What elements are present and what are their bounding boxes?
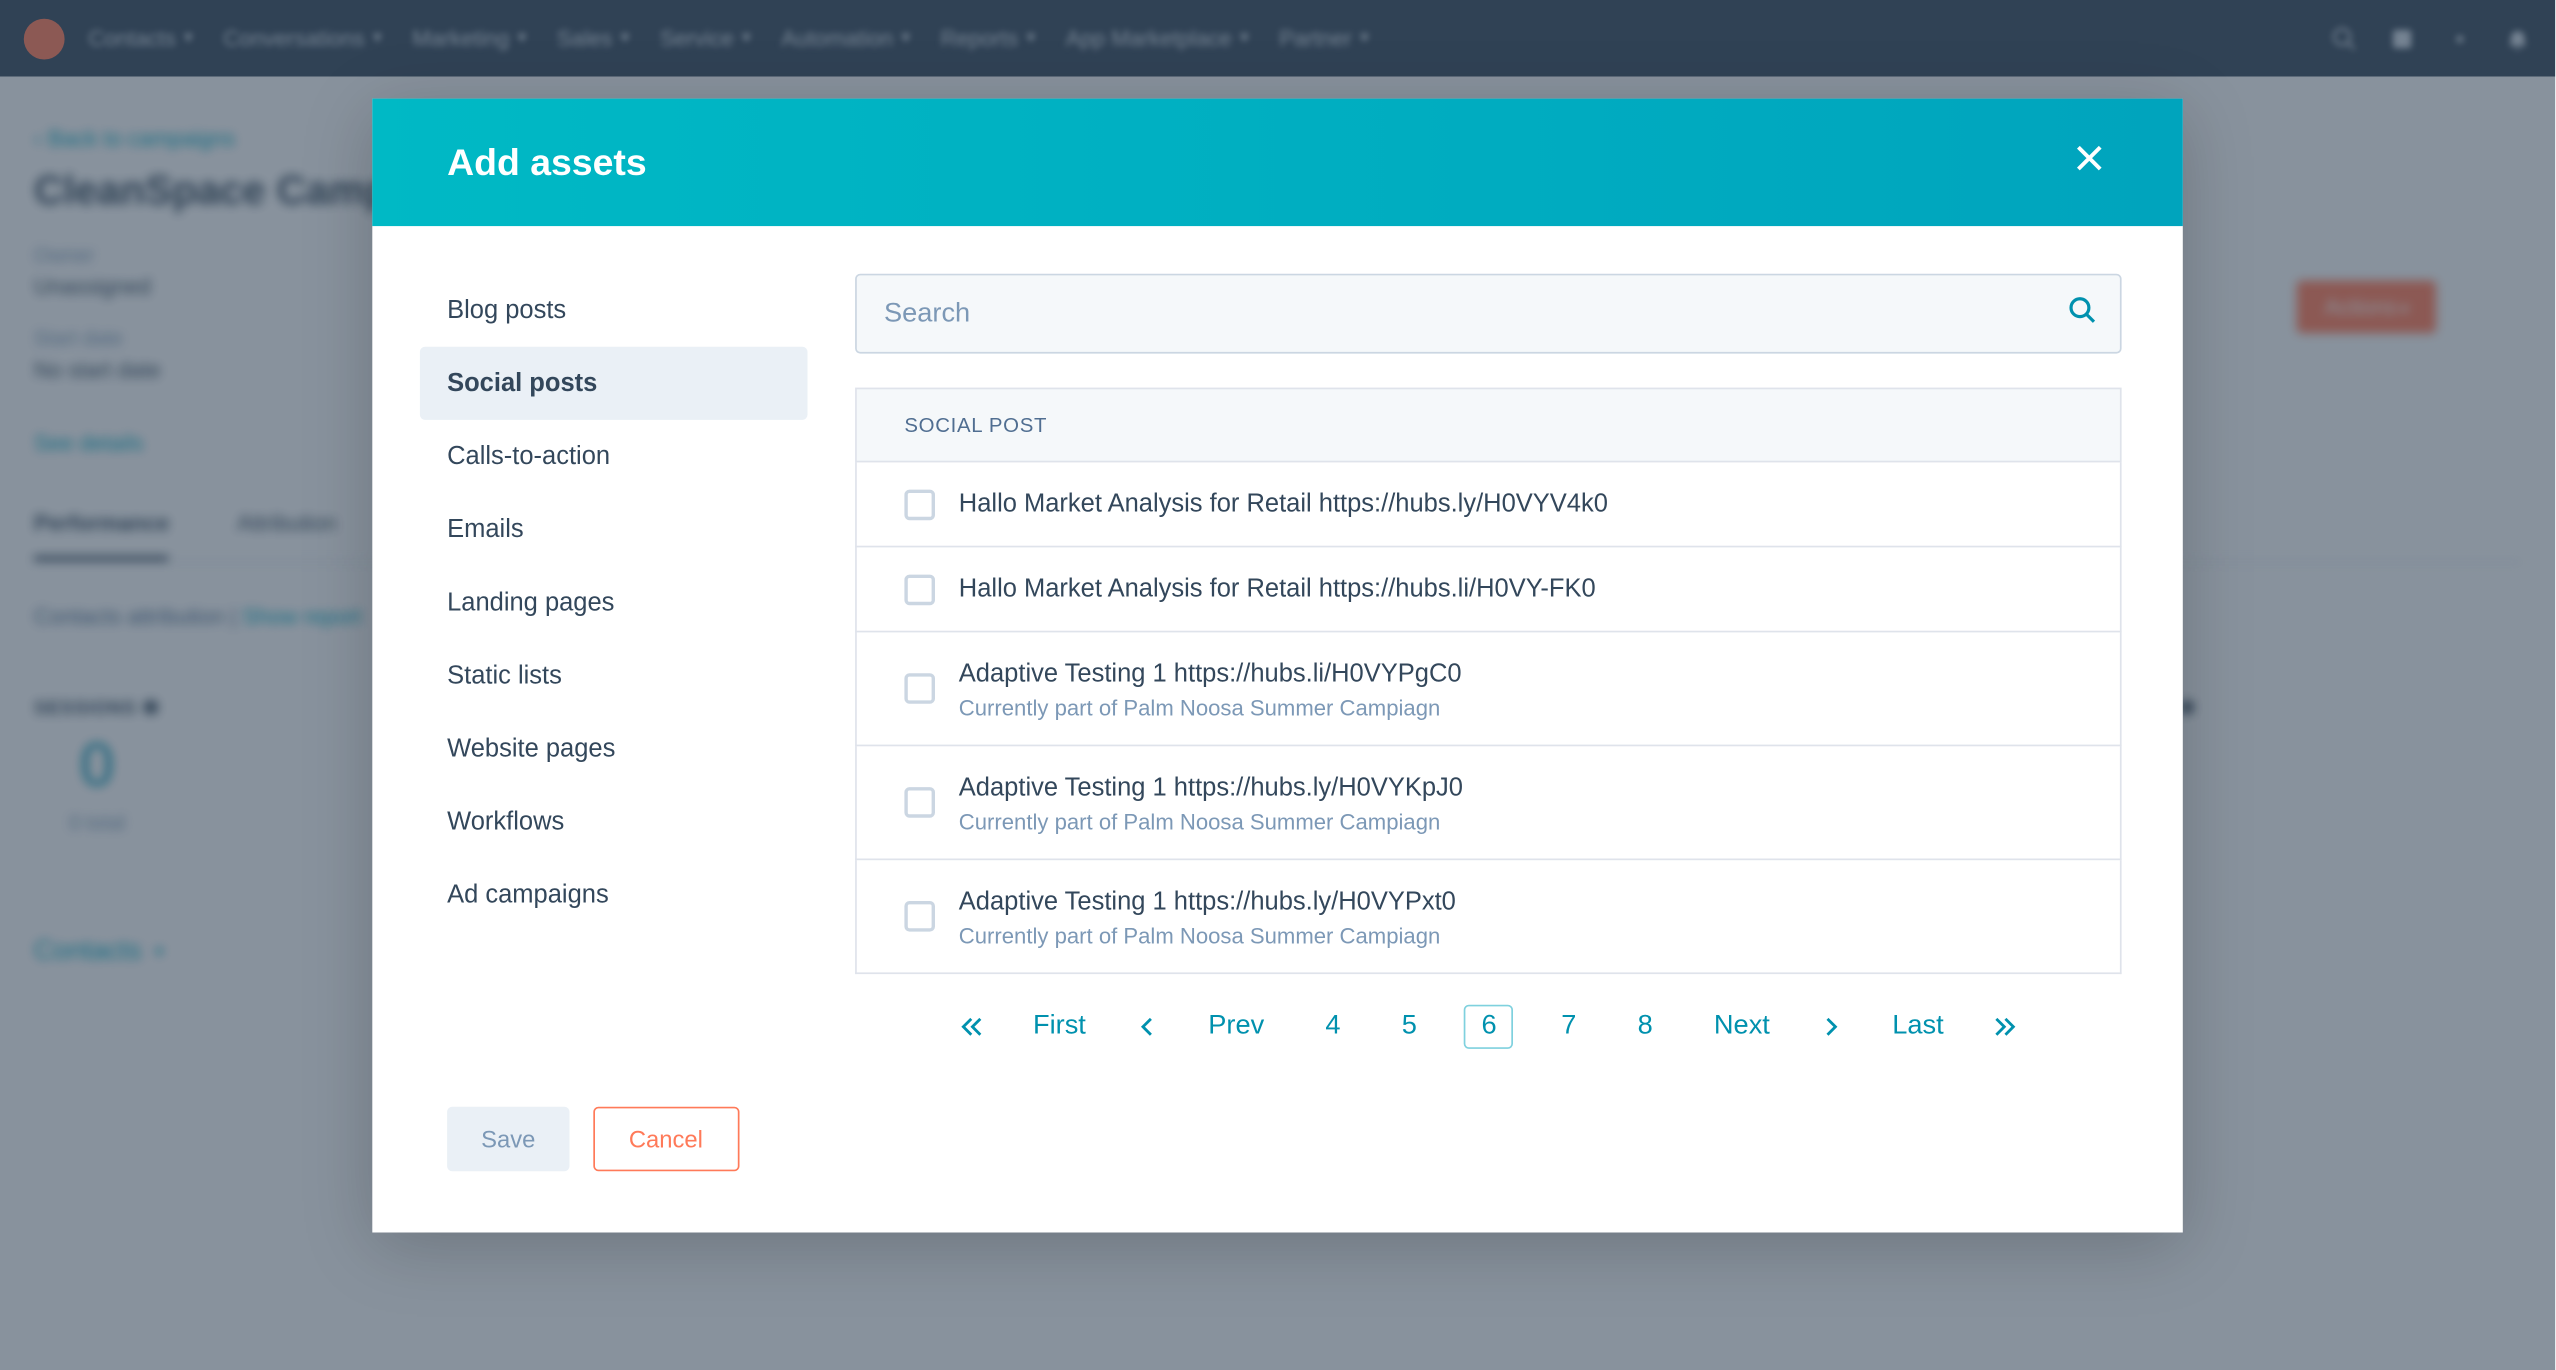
modal-overlay: Add assets Blog posts Social posts Calls… [0,0,2555,1370]
sidebar-item-ad-campaigns[interactable]: Ad campaigns [420,859,808,932]
row-title: Hallo Market Analysis for Retail https:/… [959,486,1608,522]
sidebar-item-emails[interactable]: Emails [420,493,808,566]
sidebar-item-website-pages[interactable]: Website pages [420,712,808,785]
add-assets-modal: Add assets Blog posts Social posts Calls… [372,99,2183,1233]
pagination: First Prev 4 5 6 7 8 Next Last [855,974,2122,1056]
row-title: Adaptive Testing 1 https://hubs.ly/H0VYP… [959,884,1456,920]
close-button[interactable] [2071,139,2108,185]
row-checkbox[interactable] [904,901,935,932]
row-title: Hallo Market Analysis for Retail https:/… [959,571,1596,607]
first-page-icon[interactable] [958,1012,985,1043]
modal-header: Add assets [372,99,2183,227]
table-row[interactable]: Adaptive Testing 1 https://hubs.ly/H0VYK… [855,746,2122,860]
sidebar-item-workflows[interactable]: Workflows [420,785,808,858]
row-checkbox[interactable] [904,787,935,818]
next-page-button[interactable]: Next [1700,1005,1783,1049]
search-input[interactable] [855,274,2122,354]
first-page-button[interactable]: First [1019,1005,1099,1049]
table-row[interactable]: Hallo Market Analysis for Retail https:/… [855,547,2122,632]
row-checkbox[interactable] [904,489,935,520]
row-title: Adaptive Testing 1 https://hubs.ly/H0VYK… [959,770,1463,806]
asset-type-sidebar: Blog posts Social posts Calls-to-action … [420,274,808,1056]
save-button[interactable]: Save [447,1107,569,1172]
prev-page-button[interactable]: Prev [1195,1005,1278,1049]
row-subtitle: Currently part of Palm Noosa Summer Camp… [959,923,1456,949]
search-icon[interactable] [2067,294,2098,333]
table-row[interactable]: Adaptive Testing 1 https://hubs.li/H0VYP… [855,632,2122,746]
modal-footer: Save Cancel [372,1090,2183,1233]
sidebar-item-static-lists[interactable]: Static lists [420,639,808,712]
next-page-icon[interactable] [1817,1012,1844,1043]
table-row[interactable]: Hallo Market Analysis for Retail https:/… [855,462,2122,547]
row-subtitle: Currently part of Palm Noosa Summer Camp… [959,809,1463,835]
modal-title: Add assets [447,140,647,184]
page-number[interactable]: 4 [1312,1005,1354,1049]
table-row[interactable]: Adaptive Testing 1 https://hubs.ly/H0VYP… [855,860,2122,974]
cancel-button[interactable]: Cancel [593,1107,739,1172]
sidebar-item-social-posts[interactable]: Social posts [420,347,808,420]
page-number[interactable]: 5 [1388,1005,1430,1049]
last-page-icon[interactable] [1991,1012,2018,1043]
table-header: SOCIAL POST [855,388,2122,463]
close-icon [2071,139,2108,176]
row-title: Adaptive Testing 1 https://hubs.li/H0VYP… [959,656,1462,692]
row-checkbox[interactable] [904,574,935,605]
row-checkbox[interactable] [904,673,935,704]
sidebar-item-landing-pages[interactable]: Landing pages [420,566,808,639]
sidebar-item-ctas[interactable]: Calls-to-action [420,420,808,493]
last-page-button[interactable]: Last [1879,1005,1958,1049]
sidebar-item-blog-posts[interactable]: Blog posts [420,274,808,347]
page-number-current[interactable]: 6 [1464,1005,1513,1049]
prev-page-icon[interactable] [1133,1012,1160,1043]
row-subtitle: Currently part of Palm Noosa Summer Camp… [959,695,1462,721]
page-number[interactable]: 7 [1548,1005,1590,1049]
page-number[interactable]: 8 [1624,1005,1666,1049]
